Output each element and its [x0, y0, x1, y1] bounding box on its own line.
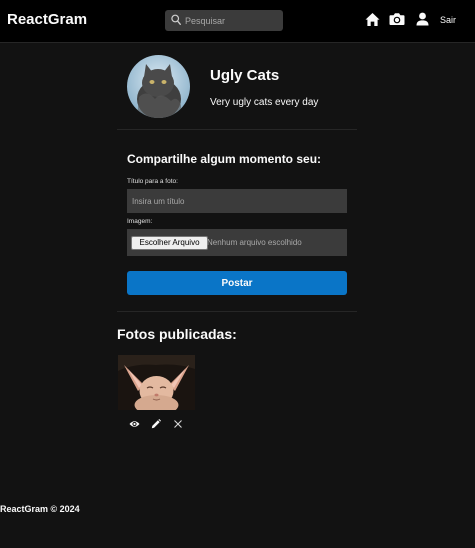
file-status-text: Nenhum arquivo escolhido	[207, 238, 302, 247]
close-icon[interactable]	[173, 419, 183, 429]
logout-link[interactable]: Sair	[440, 15, 456, 25]
divider	[117, 129, 357, 130]
pencil-icon[interactable]	[151, 419, 161, 429]
footer-copyright: ReactGram © 2024	[0, 504, 80, 514]
brand-logo-link[interactable]: ReactGram	[7, 11, 87, 28]
photo-title-input[interactable]	[127, 189, 347, 213]
published-photos-heading: Fotos publicadas:	[117, 326, 237, 342]
home-icon[interactable]	[365, 12, 380, 27]
navbar: ReactGram Sair	[0, 0, 475, 43]
divider	[117, 311, 357, 312]
avatar	[127, 55, 190, 118]
upload-form-heading: Compartilhe algum momento seu:	[127, 152, 322, 166]
camera-icon[interactable]	[389, 12, 405, 26]
search-box[interactable]	[165, 10, 283, 31]
profile-bio: Very ugly cats every day	[210, 97, 319, 108]
post-button[interactable]: Postar	[127, 271, 347, 295]
image-label: Imagem:	[127, 218, 153, 225]
user-icon[interactable]	[416, 12, 429, 26]
published-photo[interactable]	[118, 355, 195, 410]
choose-file-button[interactable]: Escolher Arquivo	[131, 236, 208, 250]
photo-title-label: Título para a foto:	[127, 178, 178, 185]
image-file-field[interactable]: Escolher Arquivo Nenhum arquivo escolhid…	[127, 229, 347, 256]
profile-name: Ugly Cats	[210, 67, 280, 84]
eye-icon[interactable]	[129, 419, 140, 429]
search-icon	[171, 14, 181, 25]
search-input[interactable]	[185, 10, 281, 31]
